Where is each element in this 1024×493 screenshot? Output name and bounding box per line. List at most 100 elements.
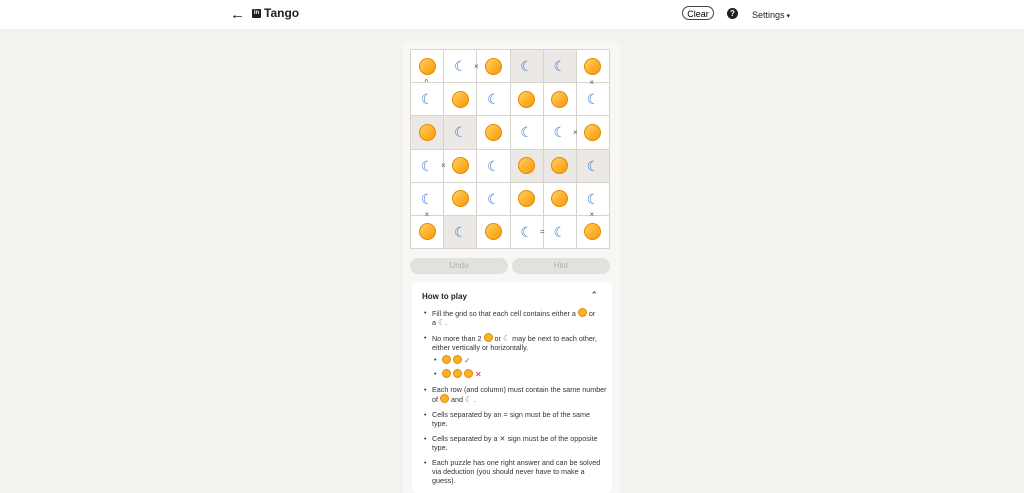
linkedin-logo-icon: in xyxy=(252,9,261,18)
sun-icon xyxy=(518,90,536,108)
board-cell[interactable]: ☾ xyxy=(444,50,477,83)
board-cell[interactable] xyxy=(543,149,576,182)
moon-icon: ☾ xyxy=(520,124,533,141)
clear-button[interactable]: Clear xyxy=(682,6,714,20)
sun-icon xyxy=(453,355,462,364)
cross-sign-icon: ^ xyxy=(424,78,429,87)
sun-icon xyxy=(418,123,436,141)
page-title: Tango xyxy=(264,6,300,20)
moon-icon: ☾ xyxy=(487,91,500,108)
moon-icon: ☾ xyxy=(586,157,600,174)
sun-icon xyxy=(453,369,462,378)
rule-item: Each row (and column) must contain the s… xyxy=(422,385,607,404)
moon-icon: ☾ xyxy=(420,91,434,108)
rule-item: Each puzzle has one right answer and can… xyxy=(422,458,607,485)
sun-icon xyxy=(484,123,502,141)
rules-list: Fill the grid so that each cell contains… xyxy=(422,308,607,491)
moon-icon: ☾ xyxy=(487,190,500,207)
moon-icon: ☾ xyxy=(420,157,434,174)
game-controls: Undo Hint xyxy=(410,258,610,274)
board-cell[interactable]: ☾ xyxy=(543,215,576,248)
sun-icon xyxy=(442,355,451,364)
board-cell[interactable] xyxy=(543,182,576,215)
board-cell[interactable]: ☾ xyxy=(444,215,477,248)
board-cell[interactable] xyxy=(510,149,543,182)
undo-button[interactable]: Undo xyxy=(410,258,508,274)
board-cell[interactable]: ☾ xyxy=(510,50,543,83)
rule-text: Fill the grid so that each cell contains… xyxy=(432,309,576,318)
sun-icon xyxy=(442,369,451,378)
board-cell[interactable] xyxy=(576,116,609,149)
board-cell[interactable] xyxy=(510,83,543,116)
board-cell[interactable] xyxy=(576,215,609,248)
chevron-up-icon[interactable]: ⌃ xyxy=(590,290,598,301)
board-cell[interactable]: ☾ xyxy=(477,83,510,116)
help-icon[interactable]: ? xyxy=(727,8,738,19)
rule-item: Cells separated by a ✕ sign must be of t… xyxy=(422,434,607,452)
rule-item: Fill the grid so that each cell contains… xyxy=(422,308,607,327)
board-cell[interactable]: ☾ xyxy=(510,116,543,149)
board-cell[interactable]: ☾ xyxy=(510,215,543,248)
rule-text: or xyxy=(494,334,501,343)
rule-item: Cells separated by an = sign must be of … xyxy=(422,410,607,428)
sun-icon xyxy=(484,223,502,241)
cross-icon: ✕ xyxy=(499,434,506,443)
sun-icon xyxy=(464,369,473,378)
moon-icon: ☾ xyxy=(487,157,500,174)
sun-icon xyxy=(518,157,536,175)
board-cell[interactable]: ☾ xyxy=(576,149,609,182)
sun-icon xyxy=(440,394,449,403)
chevron-down-icon: ▾ xyxy=(786,13,791,20)
rule-text: No more than 2 xyxy=(432,334,482,343)
board-cell[interactable] xyxy=(411,116,444,149)
board-cell[interactable] xyxy=(543,83,576,116)
sun-icon xyxy=(584,123,602,141)
board-cell[interactable] xyxy=(477,116,510,149)
rule-text: . xyxy=(474,395,477,404)
board-cell[interactable] xyxy=(477,50,510,83)
rule-text: Each puzzle has one right answer and can… xyxy=(432,458,601,485)
sun-icon xyxy=(584,57,602,75)
board-cell[interactable] xyxy=(444,182,477,215)
board-cell[interactable] xyxy=(411,215,444,248)
board-cell[interactable]: ☾ xyxy=(444,116,477,149)
how-to-play-title[interactable]: How to play xyxy=(422,292,467,301)
board-cell[interactable] xyxy=(444,83,477,116)
moon-icon: ☾ xyxy=(453,58,467,75)
moon-icon: ☾ xyxy=(453,124,467,141)
board-cell[interactable]: ☾ xyxy=(477,182,510,215)
cross-sign-icon: × xyxy=(589,210,595,219)
moon-icon: ☾ xyxy=(553,124,567,141)
cross-sign-icon: × xyxy=(474,61,479,71)
sun-icon xyxy=(418,57,436,75)
board-cell[interactable]: ☾ xyxy=(543,50,576,83)
rule-text: Cells separated by a xyxy=(432,434,498,443)
rule-text: . xyxy=(445,318,448,327)
cross-icon: ✕ xyxy=(475,370,482,379)
tango-board: ☾ ☾ ☾ ☾ ☾ ☾ ☾ ☾ ☾ ☾ ☾ ☾ ☾ ☾ ☾ ☾ ☾ ☾ × ^ × × × × × = xyxy=(410,49,610,249)
board-cell[interactable] xyxy=(510,182,543,215)
rule-text: and xyxy=(451,395,463,404)
sun-icon xyxy=(518,190,536,208)
moon-icon: ☾ xyxy=(553,223,567,240)
example-list: ✓ ✕ xyxy=(432,355,607,379)
board-cell[interactable] xyxy=(444,149,477,182)
hint-button[interactable]: Hint xyxy=(512,258,610,274)
board-cell[interactable]: ☾ xyxy=(411,149,444,182)
cross-sign-icon: × xyxy=(424,210,430,219)
board-cell[interactable]: ☾ xyxy=(477,149,510,182)
board-cell[interactable] xyxy=(477,215,510,248)
moon-icon: ☾ xyxy=(420,190,434,207)
sun-icon xyxy=(483,333,493,342)
back-arrow-icon[interactable]: ← xyxy=(230,6,245,23)
moon-icon: ☾ xyxy=(586,91,600,108)
rule-text: a xyxy=(432,318,436,327)
invalid-example: ✕ xyxy=(432,369,607,379)
board-cell[interactable]: ☾ xyxy=(543,116,576,149)
board-cell[interactable]: ☾ xyxy=(411,83,444,116)
board-cell[interactable]: ☾ xyxy=(576,83,609,116)
settings-menu[interactable]: Settings ▾ xyxy=(752,10,790,20)
sun-icon xyxy=(451,190,469,208)
sun-icon xyxy=(418,223,436,241)
moon-icon: ☾ xyxy=(465,395,473,404)
